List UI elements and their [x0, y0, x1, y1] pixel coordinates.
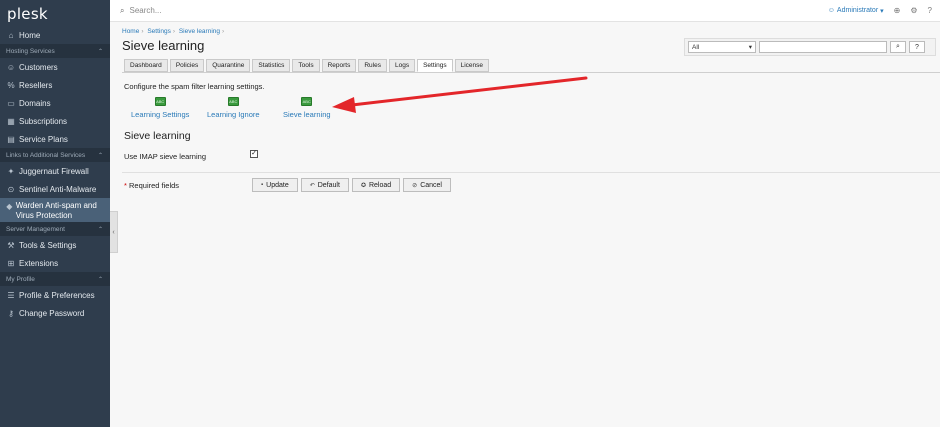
annotation-arrow: [332, 76, 588, 113]
